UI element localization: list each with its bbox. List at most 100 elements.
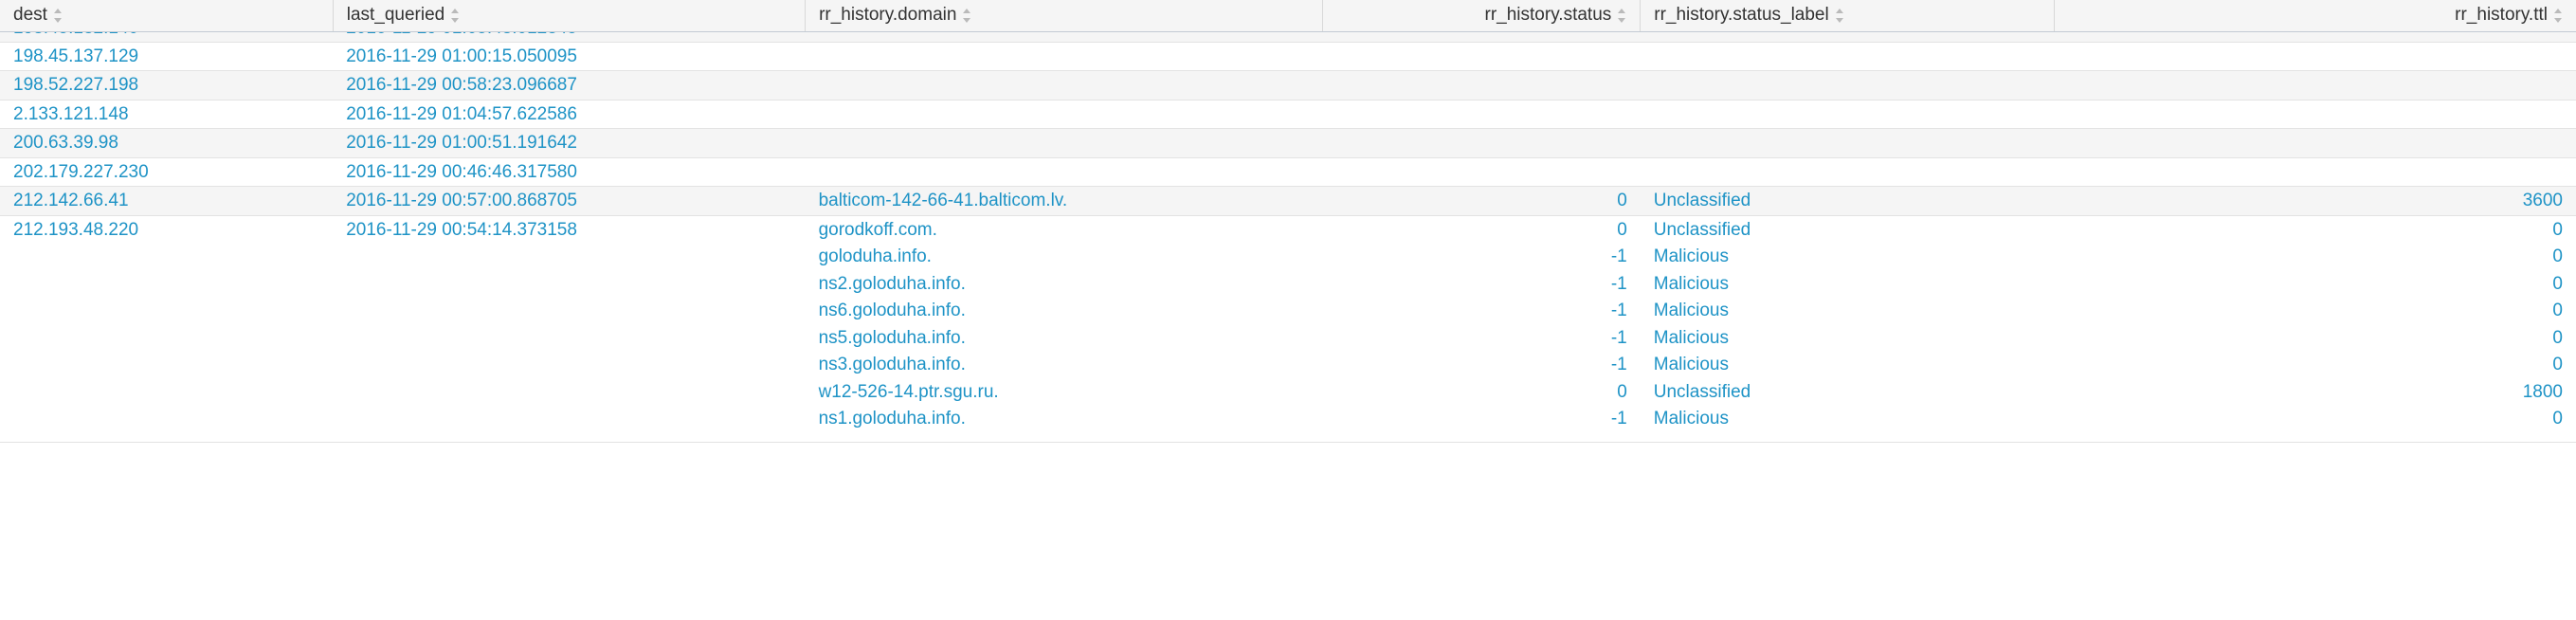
column-header-dest[interactable]: dest: [0, 0, 334, 32]
multivalue-item[interactable]: 0: [2067, 244, 2563, 271]
table-row-partial[interactable]: 198.45.132.140 2016-11-29 01:05:48.012345: [0, 31, 2576, 43]
cell-rr_history_ttl: [2054, 128, 2576, 158]
cell-rr_history_ttl: 3600: [2054, 186, 2576, 216]
column-header-last_queried[interactable]: last_queried: [333, 0, 807, 32]
table-row[interactable]: 212.193.48.220 2016-11-29 00:54:14.373158…: [0, 215, 2576, 443]
search-results-table: dest last_queried rr_history.domain rr_hist…: [0, 0, 2576, 443]
cell-value-link[interactable]: 198.45.137.129: [13, 46, 138, 66]
column-header-label: rr_history.ttl: [2455, 5, 2548, 26]
multivalue-item[interactable]: ns2.goloduha.info.: [819, 271, 1310, 299]
multivalue-item[interactable]: -1: [1335, 298, 1627, 325]
cell-rr_history_status: [1322, 31, 1641, 43]
multivalue-item[interactable]: Malicious: [1654, 298, 2041, 325]
multivalue-item[interactable]: -1: [1335, 271, 1627, 299]
multivalue-item[interactable]: Malicious: [1654, 352, 2041, 379]
sort-arrows-icon[interactable]: [1835, 8, 1844, 23]
sort-arrows-icon[interactable]: [53, 8, 63, 23]
multivalue-item[interactable]: 0: [2067, 217, 2563, 245]
multivalue-list: gorodkoff.com. goloduha.info. ns2.goloduha…: [819, 217, 1310, 433]
multivalue-item[interactable]: w12-526-14.ptr.sgu.ru.: [819, 379, 1310, 407]
multivalue-item[interactable]: Unclassified: [1654, 379, 2041, 407]
table-header-row: dest last_queried rr_history.domain rr_hist…: [0, 0, 2576, 32]
multivalue-item[interactable]: -1: [1335, 325, 1627, 353]
cell-rr_history_ttl: [2054, 100, 2576, 129]
sort-arrows-icon[interactable]: [451, 8, 460, 23]
cell-last_queried: 2016-11-29 00:54:14.373158: [333, 215, 806, 443]
cell-value-link[interactable]: 2016-11-29 00:54:14.373158: [346, 220, 577, 240]
sort-arrows-icon[interactable]: [963, 8, 971, 23]
multivalue-item[interactable]: 3600: [2067, 188, 2563, 215]
multivalue-item[interactable]: -1: [1335, 406, 1627, 433]
multivalue-item[interactable]: Malicious: [1654, 406, 2041, 433]
cell-rr_history_ttl: 0 0 0 0 0 0 1800 0: [2054, 215, 2576, 443]
table-row[interactable]: 202.179.227.230 2016-11-29 00:46:46.31758…: [0, 157, 2576, 187]
multivalue-item[interactable]: 0: [2067, 352, 2563, 379]
cell-value-link[interactable]: 2016-11-29 01:04:57.622586: [346, 104, 577, 124]
cell-rr_history_status: [1322, 100, 1641, 129]
cell-value-link[interactable]: 2016-11-29 00:46:46.317580: [346, 162, 577, 182]
multivalue-item[interactable]: Unclassified: [1654, 188, 2041, 215]
cell-dest: 202.179.227.230: [0, 157, 334, 187]
cell-value-link[interactable]: 198.52.227.198: [13, 75, 138, 95]
multivalue-list: 0: [1335, 188, 1627, 215]
table-row[interactable]: 198.52.227.198 2016-11-29 00:58:23.096687: [0, 70, 2576, 100]
multivalue-item[interactable]: ns3.goloduha.info.: [819, 352, 1310, 379]
multivalue-item[interactable]: 0: [1335, 379, 1627, 407]
cell-value-link[interactable]: 212.142.66.41: [13, 191, 129, 210]
multivalue-item[interactable]: balticom-142-66-41.balticom.lv.: [819, 188, 1310, 215]
cell-rr_history_status_label: [1640, 42, 2055, 71]
cell-value-link[interactable]: 2016-11-29 00:57:00.868705: [346, 191, 577, 210]
cell-value-link[interactable]: 2016-11-29 00:58:23.096687: [346, 75, 577, 95]
cell-rr_history_status: [1322, 157, 1641, 187]
multivalue-item[interactable]: -1: [1335, 352, 1627, 379]
cell-value-link[interactable]: 2016-11-29 01:00:51.191642: [346, 133, 577, 153]
column-header-inner: last_queried: [347, 5, 461, 26]
multivalue-item[interactable]: ns1.goloduha.info.: [819, 406, 1310, 433]
cell-value-link[interactable]: 212.193.48.220: [13, 220, 138, 240]
table-row[interactable]: 198.45.137.129 2016-11-29 01:00:15.050095: [0, 42, 2576, 71]
table-row[interactable]: 200.63.39.98 2016-11-29 01:00:51.191642: [0, 128, 2576, 158]
multivalue-item[interactable]: Malicious: [1654, 271, 2041, 299]
multivalue-item[interactable]: gorodkoff.com.: [819, 217, 1310, 245]
multivalue-item[interactable]: Unclassified: [1654, 217, 2041, 245]
multivalue-item[interactable]: -1: [1335, 244, 1627, 271]
multivalue-item[interactable]: Malicious: [1654, 325, 2041, 353]
cell-value-link[interactable]: 200.63.39.98: [13, 133, 118, 153]
sort-arrows-icon[interactable]: [1618, 8, 1626, 23]
cell-rr_history_status_label: [1640, 100, 2055, 129]
multivalue-item[interactable]: Malicious: [1654, 244, 2041, 271]
multivalue-item[interactable]: 0: [2067, 406, 2563, 433]
multivalue-item[interactable]: 0: [1335, 188, 1627, 215]
cell-rr_history_domain: [805, 42, 1323, 71]
column-header-rr_history_domain[interactable]: rr_history.domain: [805, 0, 1323, 32]
column-header-label: rr_history.status: [1484, 5, 1612, 26]
cell-clip: [1654, 32, 2041, 42]
cell-value-link[interactable]: 202.179.227.230: [13, 162, 149, 182]
cell-value-link[interactable]: 2016-11-29 01:00:15.050095: [346, 46, 577, 66]
multivalue-item[interactable]: 0: [1335, 217, 1627, 245]
table-row[interactable]: 2.133.121.148 2016-11-29 01:04:57.622586: [0, 100, 2576, 129]
multivalue-item[interactable]: ns6.goloduha.info.: [819, 298, 1310, 325]
cell-last_queried: 2016-11-29 00:46:46.317580: [333, 157, 806, 187]
cell-rr_history_domain: gorodkoff.com. goloduha.info. ns2.goloduha…: [805, 215, 1323, 443]
multivalue-item[interactable]: goloduha.info.: [819, 244, 1310, 271]
cell-dest: 212.142.66.41: [0, 186, 334, 216]
column-header-rr_history_status_label[interactable]: rr_history.status_label: [1640, 0, 2055, 32]
multivalue-item[interactable]: 0: [2067, 298, 2563, 325]
multivalue-item[interactable]: 1800: [2067, 379, 2563, 407]
table-row[interactable]: 212.142.66.41 2016-11-29 00:57:00.868705 b…: [0, 186, 2576, 216]
cell-value-link[interactable]: 2.133.121.148: [13, 104, 129, 124]
multivalue-item[interactable]: ns5.goloduha.info.: [819, 325, 1310, 353]
multivalue-item[interactable]: 0: [2067, 271, 2563, 299]
cell-rr_history_status_label: Unclassified Malicious Malicious Malicious M…: [1640, 215, 2055, 443]
cell-rr_history_domain: [805, 100, 1323, 129]
column-header-rr_history_ttl[interactable]: rr_history.ttl: [2054, 0, 2576, 32]
column-header-rr_history_status[interactable]: rr_history.status: [1322, 0, 1642, 32]
cell-rr_history_ttl: [2054, 42, 2576, 71]
column-header-inner: rr_history.domain: [819, 5, 971, 26]
sort-arrows-icon[interactable]: [2554, 8, 2563, 23]
column-header-inner: rr_history.status: [1485, 5, 1627, 26]
multivalue-item[interactable]: 0: [2067, 325, 2563, 353]
cell-last_queried: 2016-11-29 01:05:48.012345: [333, 31, 806, 43]
column-header-label: rr_history.status_label: [1654, 5, 1829, 26]
